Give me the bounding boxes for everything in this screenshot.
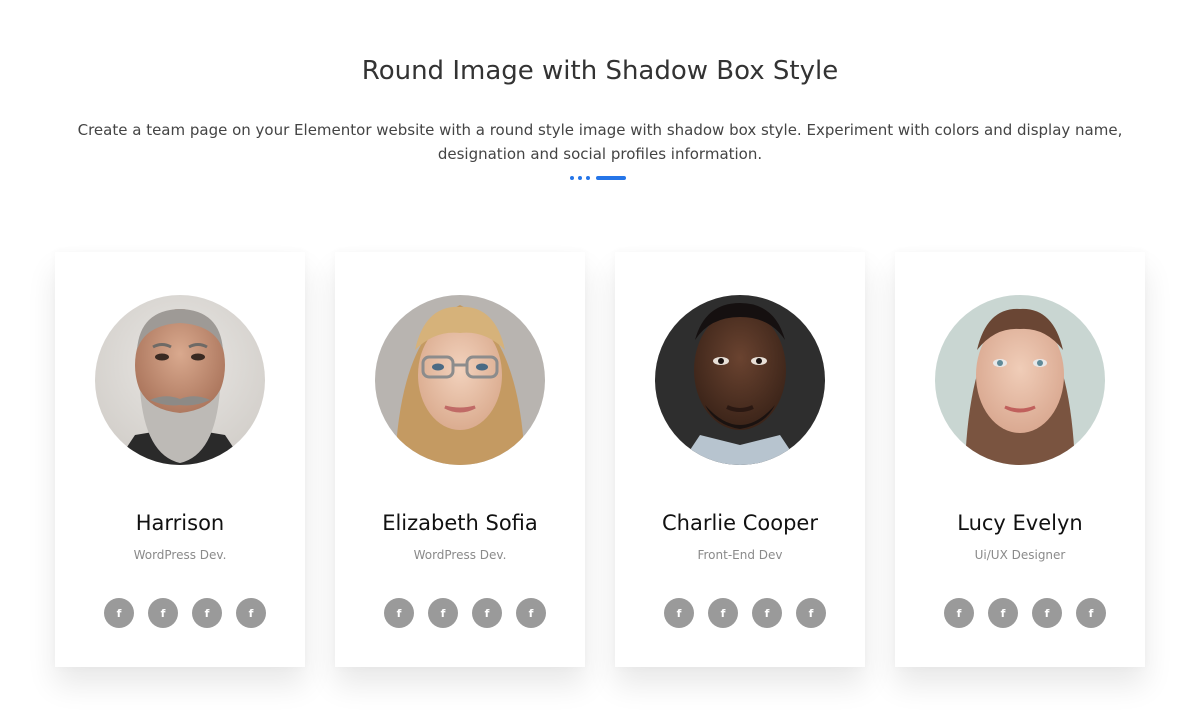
member-name: Elizabeth Sofia bbox=[382, 511, 538, 535]
facebook-icon[interactable]: f bbox=[664, 598, 694, 628]
facebook-icon[interactable]: f bbox=[796, 598, 826, 628]
facebook-icon[interactable]: f bbox=[104, 598, 134, 628]
team-card: Harrison WordPress Dev. f f f f bbox=[55, 252, 305, 667]
separator-bar bbox=[596, 176, 626, 180]
facebook-icon[interactable]: f bbox=[192, 598, 222, 628]
social-links: f f f f bbox=[104, 598, 266, 628]
facebook-icon[interactable]: f bbox=[988, 598, 1018, 628]
facebook-icon[interactable]: f bbox=[236, 598, 266, 628]
team-section: Round Image with Shadow Box Style Create… bbox=[0, 0, 1200, 728]
team-card: Elizabeth Sofia WordPress Dev. f f f f bbox=[335, 252, 585, 667]
facebook-icon[interactable]: f bbox=[708, 598, 738, 628]
member-role: WordPress Dev. bbox=[413, 548, 507, 562]
team-cards: Harrison WordPress Dev. f f f f Elizabet… bbox=[55, 252, 1145, 667]
member-name: Harrison bbox=[135, 511, 225, 535]
team-card: Lucy Evelyn Ui/UX Designer f f f f bbox=[895, 252, 1145, 667]
section-description: Create a team page on your Elementor web… bbox=[77, 121, 1123, 163]
team-card: Charlie Cooper Front-End Dev f f f f bbox=[615, 252, 865, 667]
facebook-icon[interactable]: f bbox=[1032, 598, 1062, 628]
facebook-icon[interactable]: f bbox=[752, 598, 782, 628]
member-role: WordPress Dev. bbox=[133, 548, 227, 562]
facebook-icon[interactable]: f bbox=[384, 598, 414, 628]
member-name: Charlie Cooper bbox=[662, 511, 818, 535]
facebook-icon[interactable]: f bbox=[472, 598, 502, 628]
separator-dot bbox=[578, 176, 582, 180]
social-links: f f f f bbox=[664, 598, 826, 628]
facebook-icon[interactable]: f bbox=[1076, 598, 1106, 628]
social-links: f f f f bbox=[944, 598, 1106, 628]
facebook-icon[interactable]: f bbox=[148, 598, 178, 628]
member-role: Ui/UX Designer bbox=[974, 548, 1066, 562]
facebook-icon[interactable]: f bbox=[516, 598, 546, 628]
avatar bbox=[95, 295, 265, 465]
member-role: Front-End Dev bbox=[697, 548, 783, 562]
facebook-icon[interactable]: f bbox=[944, 598, 974, 628]
avatar bbox=[375, 295, 545, 465]
separator-dot bbox=[570, 176, 574, 180]
separator-dot bbox=[586, 176, 590, 180]
facebook-icon[interactable]: f bbox=[428, 598, 458, 628]
social-links: f f f f bbox=[384, 598, 546, 628]
member-name: Lucy Evelyn bbox=[957, 511, 1083, 535]
avatar bbox=[655, 295, 825, 465]
title-separator bbox=[570, 175, 626, 181]
avatar bbox=[935, 295, 1105, 465]
section-title: Round Image with Shadow Box Style bbox=[361, 56, 839, 86]
